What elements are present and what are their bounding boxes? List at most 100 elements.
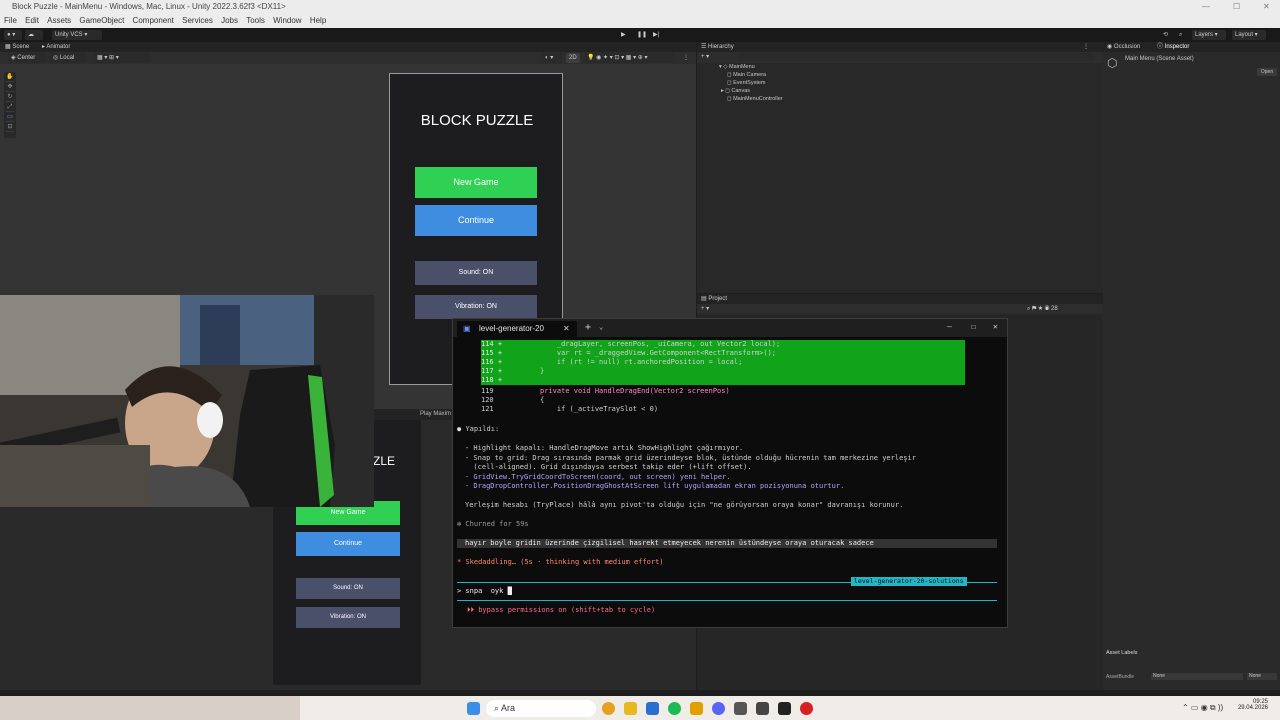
tab-animator-label: Animator bbox=[46, 44, 71, 50]
cloud-button[interactable]: ☁ bbox=[25, 30, 43, 40]
hierarchy-item[interactable]: ▸ ◻ Canvas bbox=[697, 87, 1103, 95]
hierarchy-item[interactable]: ◻ EventSystem bbox=[697, 79, 1103, 87]
account-button[interactable]: ● ▾ bbox=[4, 30, 22, 40]
menu-services[interactable]: Services bbox=[182, 14, 213, 28]
tab-close-icon[interactable]: ✕ bbox=[563, 321, 570, 337]
terminal-minimize-icon[interactable]: — bbox=[947, 322, 952, 331]
2d-toggle[interactable]: 2D bbox=[566, 53, 580, 63]
diff-code: if (rt != null) rt.anchoredPosition = lo… bbox=[506, 358, 743, 366]
menu-component[interactable]: Component bbox=[133, 14, 174, 28]
menu-tools[interactable]: Tools bbox=[246, 14, 265, 28]
tab-hierarchy[interactable]: ☰ Hierarchy bbox=[701, 42, 734, 52]
diff-line: 117 + } bbox=[481, 367, 965, 376]
grid-snap-tools[interactable]: ▦ ▾ ⊞ ▾ bbox=[94, 53, 150, 63]
clock[interactable]: 09:25 29.04.2026 bbox=[1228, 699, 1268, 711]
transform-tool-icon[interactable]: ⊡ bbox=[6, 123, 14, 132]
vscode-icon[interactable] bbox=[646, 702, 659, 715]
chrome-icon[interactable] bbox=[602, 702, 615, 715]
history-icon[interactable]: ⟲ bbox=[1160, 30, 1172, 40]
new-game-button[interactable]: New Game bbox=[415, 167, 537, 198]
layout-dropdown[interactable]: Layout ▾ bbox=[1232, 30, 1266, 40]
unity-icon[interactable] bbox=[756, 702, 769, 715]
recording-icon[interactable] bbox=[800, 702, 813, 715]
asset-bundle-dropdown[interactable]: None bbox=[1151, 673, 1243, 680]
space-dropdown[interactable]: ◎ Local bbox=[50, 53, 86, 63]
project-add-icon[interactable]: + ▾ bbox=[701, 304, 709, 314]
scale-tool-icon[interactable]: ⤢ bbox=[6, 103, 14, 112]
hierarchy-root[interactable]: ▾ ◇ MainMenu bbox=[697, 63, 1103, 71]
taskbar-search-label: Ara bbox=[501, 703, 516, 713]
vcs-button[interactable]: Unity VCS ▾ bbox=[52, 30, 102, 40]
scene-view-options[interactable]: 💡 ◉ ✦ ▾ ⊡ ▾ ▦ ▾ ⊕ ▾ bbox=[584, 53, 674, 63]
play-icon[interactable]: ▶ bbox=[618, 30, 630, 40]
window-titlebar: Block Puzzle - MainMenu - Windows, Mac, … bbox=[0, 0, 1280, 14]
menu-icon[interactable]: ⋮ bbox=[680, 53, 692, 63]
game-vibration-button[interactable]: Vibration: ON bbox=[296, 607, 400, 628]
search-icon[interactable]: ⌕ bbox=[1176, 30, 1188, 40]
vcs-label: Unity VCS bbox=[55, 32, 83, 38]
rotate-tool-icon[interactable]: ↻ bbox=[6, 93, 14, 102]
menu-help[interactable]: Help bbox=[310, 14, 326, 28]
menu-window[interactable]: Window bbox=[273, 14, 301, 28]
terminal-window[interactable]: ▣ level-generator-20 ✕ + ⌄ — ☐ ✕ 114 + _… bbox=[452, 318, 1008, 628]
new-tab-icon[interactable]: + bbox=[585, 322, 591, 333]
rect-tool-icon[interactable]: ▭ bbox=[6, 113, 14, 122]
maximize-icon[interactable]: ☐ bbox=[1233, 0, 1240, 14]
menu-gameobject[interactable]: GameObject bbox=[79, 14, 124, 28]
minimize-icon[interactable]: — bbox=[1202, 0, 1210, 14]
asset-variant-dropdown[interactable]: None bbox=[1247, 673, 1277, 680]
prompt-input[interactable]: > snpa oyk █ bbox=[457, 587, 1011, 596]
terminal-maximize-icon[interactable]: ☐ bbox=[971, 322, 976, 331]
scene-toolbar: ◈ Center ◎ Local ▦ ▾ ⊞ ▾ ◐ ▾ 2D 💡 ◉ ✦ ▾ … bbox=[0, 52, 696, 64]
shading-dropdown[interactable]: ◐ ▾ bbox=[542, 53, 562, 63]
windows-start-icon[interactable] bbox=[467, 702, 480, 715]
play-maximized-label[interactable]: Play Maxim bbox=[420, 409, 451, 419]
vibration-button[interactable]: Vibration: ON bbox=[415, 295, 537, 319]
menu-file[interactable]: File bbox=[4, 14, 17, 28]
file-explorer-icon[interactable] bbox=[624, 702, 637, 715]
tab-inspector[interactable]: ⓘ Inspector bbox=[1157, 42, 1189, 52]
tab-scene[interactable]: ▦ Scene bbox=[5, 42, 29, 52]
continue-button[interactable]: Continue bbox=[415, 205, 537, 236]
terminal-close-icon[interactable]: ✕ bbox=[993, 322, 998, 331]
menu-jobs[interactable]: Jobs bbox=[221, 14, 238, 28]
terminal-tab[interactable]: ▣ level-generator-20 ✕ bbox=[457, 321, 577, 337]
menu-bar: File Edit Assets GameObject Component Se… bbox=[0, 14, 1280, 28]
spotify-icon[interactable] bbox=[668, 702, 681, 715]
move-tool-icon[interactable]: ✥ bbox=[6, 83, 14, 92]
pivot-dropdown[interactable]: ◈ Center bbox=[8, 53, 46, 63]
open-button[interactable]: Open bbox=[1257, 68, 1277, 76]
step-icon[interactable]: ▶| bbox=[650, 30, 662, 40]
project-filter-icons[interactable]: ⌕ ⚑ ★ ◉ 28 bbox=[1027, 304, 1058, 314]
tab-animator[interactable]: ▸ Animator bbox=[42, 42, 70, 52]
game-continue-button[interactable]: Continue bbox=[296, 532, 400, 556]
app-icon[interactable] bbox=[690, 702, 703, 715]
tab-dropdown-icon[interactable]: ⌄ bbox=[599, 323, 603, 331]
tab-occlusion[interactable]: ◉ Occlusion bbox=[1107, 42, 1140, 52]
hierarchy-item[interactable]: ◻ Main Camera bbox=[697, 71, 1103, 79]
diff-line-number: 116 + bbox=[481, 358, 503, 366]
discord-icon[interactable] bbox=[712, 702, 725, 715]
system-tray-icons[interactable]: ⌃ ▭ ◉ ⧉ )) bbox=[1182, 703, 1223, 713]
tab-project[interactable]: ▤ Project bbox=[701, 294, 727, 304]
hand-tool-icon[interactable]: ✋ bbox=[6, 73, 14, 82]
add-icon[interactable]: + ▾ bbox=[701, 52, 709, 62]
clock-date: 29.04.2026 bbox=[1237, 705, 1268, 711]
hierarchy-search-input[interactable] bbox=[737, 53, 1095, 61]
hierarchy-menu-icon[interactable]: ⋮ bbox=[1083, 42, 1089, 52]
menu-edit[interactable]: Edit bbox=[25, 14, 39, 28]
terminal-taskbar-icon[interactable] bbox=[778, 702, 791, 715]
sound-button[interactable]: Sound: ON bbox=[415, 261, 537, 285]
hierarchy-item[interactable]: ◻ MainMenuController bbox=[697, 95, 1103, 103]
main-toolbar: ● ▾ ☁ Unity VCS ▾ ▶ ❚❚ ▶| ⟲ ⌕ Layers ▾ L… bbox=[0, 28, 1280, 42]
diff-line: 116 + if (rt != null) rt.anchoredPositio… bbox=[481, 358, 965, 367]
menu-assets[interactable]: Assets bbox=[47, 14, 71, 28]
unity-hub-icon[interactable] bbox=[734, 702, 747, 715]
layers-dropdown[interactable]: Layers ▾ bbox=[1192, 30, 1226, 40]
close-icon[interactable]: ✕ bbox=[1263, 0, 1270, 14]
game-sound-button[interactable]: Sound: ON bbox=[296, 578, 400, 599]
diff-line: 114 + _dragLayer, screenPos, _uiCamera, … bbox=[481, 340, 965, 349]
taskbar-search-input[interactable]: ⌕ Ara bbox=[486, 700, 596, 717]
diff-line: 118 + bbox=[481, 376, 965, 385]
pause-icon[interactable]: ❚❚ bbox=[634, 30, 647, 40]
